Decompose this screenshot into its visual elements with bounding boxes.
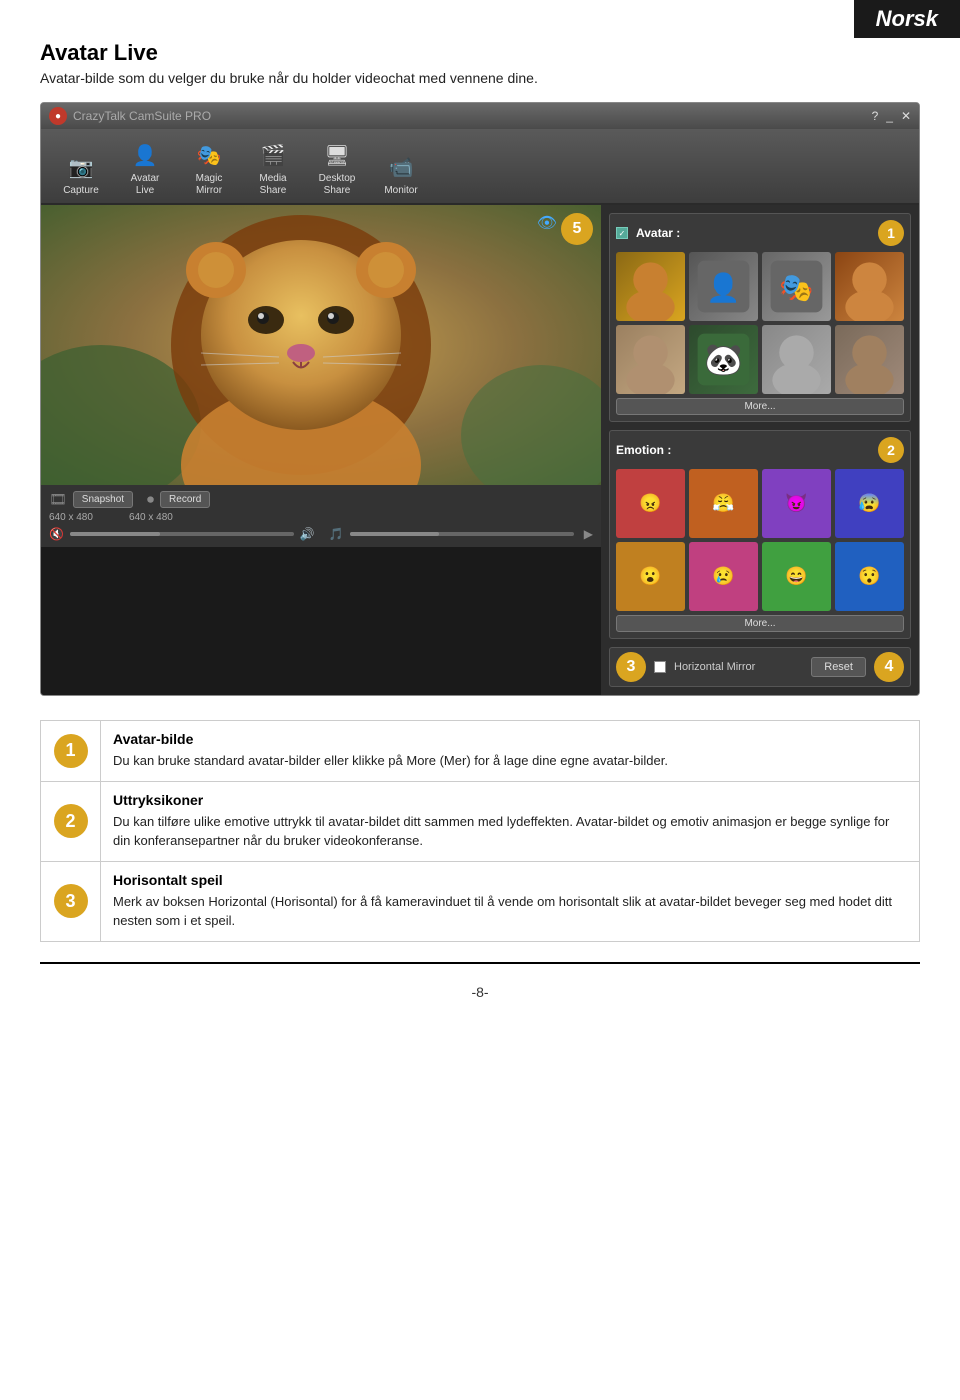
help-button[interactable]: ? (872, 109, 879, 123)
desc-row-2: 2 Uttryksikoner Du kan tilføre ulike emo… (41, 781, 920, 861)
emotion-more-button[interactable]: More... (616, 615, 904, 632)
desc-text-3: Merk av boksen Horizontal (Horisontal) f… (113, 892, 907, 931)
emotion-thumb-2[interactable]: 😤 (689, 469, 758, 538)
emotion-thumb-6[interactable]: 😢 (689, 542, 758, 611)
close-button[interactable]: ✕ (901, 109, 911, 123)
monitor-label: Monitor (384, 185, 417, 197)
svg-text:🐼: 🐼 (704, 341, 743, 377)
desc-row-3: 3 Horisontalt speil Merk av boksen Horiz… (41, 861, 920, 941)
horizontal-mirror-checkbox[interactable] (654, 661, 666, 673)
emotion-thumb-4[interactable]: 😰 (835, 469, 904, 538)
title-bar-controls[interactable]: ? _ ✕ (872, 109, 911, 123)
mirror-row: 3 Horizontal Mirror Reset 4 (609, 647, 911, 687)
avatar-checkbox[interactable]: ✓ (616, 227, 628, 239)
minimize-button[interactable]: _ (886, 109, 893, 123)
title-bar: ● CrazyTalk CamSuite PRO ? _ ✕ (41, 103, 919, 129)
media-share-icon: 🎬 (257, 139, 289, 171)
lion-cub-image (41, 205, 601, 485)
desc-row-1: 1 Avatar-bilde Du kan bruke standard ava… (41, 721, 920, 782)
desc-title-3: Horisontalt speil (113, 872, 907, 888)
video-panel: 5 👁 🎞 Snapshot ⏺ Record 640 x 480 640 x … (41, 205, 601, 695)
description-table: 1 Avatar-bilde Du kan bruke standard ava… (40, 720, 920, 942)
snapshot-button[interactable]: Snapshot (73, 491, 133, 508)
page-number: -8- (471, 984, 488, 1000)
page-subtitle: Avatar-bilde som du velger du bruke når … (40, 70, 920, 86)
magic-mirror-label: MagicMirror (196, 173, 223, 197)
desc-text-1: Du kan bruke standard avatar-bilder elle… (113, 751, 907, 771)
avatar-grid: 👤 🎭 (616, 252, 904, 394)
avatar-thumb-3[interactable]: 🎭 (762, 252, 831, 321)
mirror-label: Horizontal Mirror (674, 661, 755, 673)
toolbar-avatar-live[interactable]: 👤 AvatarLive (115, 135, 175, 203)
app-icon: ● (49, 107, 67, 125)
page-footer: -8- (40, 962, 920, 1010)
toolbar-monitor[interactable]: 📹 Monitor (371, 147, 431, 203)
volume-slider[interactable] (70, 532, 294, 536)
video-feed: 5 👁 (41, 205, 601, 485)
reset-button[interactable]: Reset (811, 657, 866, 677)
avatar-thumb-4[interactable] (835, 252, 904, 321)
app-screenshot: ● CrazyTalk CamSuite PRO ? _ ✕ 📷 Capture… (40, 102, 920, 696)
snapshot-size: 640 x 480 (49, 512, 93, 523)
emotion-grid: 😠 😤 😈 😰 😮 😢 😄 😯 (616, 469, 904, 611)
capture-icon: 📷 (65, 151, 97, 183)
monitor-icon: 📹 (385, 151, 417, 183)
capture-label: Capture (63, 185, 99, 197)
eye-icon: 👁 (537, 213, 557, 233)
badge-2: 2 (878, 437, 904, 463)
toolbar-capture[interactable]: 📷 Capture (51, 147, 111, 203)
desc-num-1: 1 (54, 734, 88, 768)
toolbar: 📷 Capture 👤 AvatarLive 🎭 MagicMirror 🎬 M… (41, 129, 919, 205)
avatar-live-icon: 👤 (129, 139, 161, 171)
avatar-thumb-2[interactable]: 👤 (689, 252, 758, 321)
badge-1: 1 (878, 220, 904, 246)
record-button[interactable]: Record (160, 491, 210, 508)
svg-text:👤: 👤 (706, 271, 740, 304)
emotion-section-label: Emotion : (616, 443, 671, 457)
record-size: 640 x 480 (129, 512, 173, 523)
avatar-thumb-5[interactable] (616, 325, 685, 394)
emotion-thumb-3[interactable]: 😈 (762, 469, 831, 538)
avatar-thumb-6[interactable]: 🐼 (689, 325, 758, 394)
badge-3: 3 (616, 652, 646, 682)
desc-num-2: 2 (54, 804, 88, 838)
avatar-section-label: Avatar : (636, 226, 680, 240)
toolbar-media-share[interactable]: 🎬 MediaShare (243, 135, 303, 203)
desc-title-2: Uttryksikoner (113, 792, 907, 808)
badge-4: 4 (874, 652, 904, 682)
emotion-thumb-7[interactable]: 😄 (762, 542, 831, 611)
app-logo: ● CrazyTalk CamSuite PRO (49, 107, 211, 125)
right-panel: ✓ Avatar : 1 (601, 205, 919, 695)
avatar-section: ✓ Avatar : 1 (609, 213, 911, 422)
magic-mirror-icon: 🎭 (193, 139, 225, 171)
toolbar-magic-mirror[interactable]: 🎭 MagicMirror (179, 135, 239, 203)
emotion-thumb-8[interactable]: 😯 (835, 542, 904, 611)
emotion-thumb-5[interactable]: 😮 (616, 542, 685, 611)
desktop-share-icon: 🖥 (321, 139, 353, 171)
avatar-live-label: AvatarLive (131, 173, 160, 197)
desc-num-3: 3 (54, 884, 88, 918)
main-area: 5 👁 🎞 Snapshot ⏺ Record 640 x 480 640 x … (41, 205, 919, 695)
desc-text-2: Du kan tilføre ulike emotive uttrykk til… (113, 812, 907, 851)
desc-title-1: Avatar-bilde (113, 731, 907, 747)
avatar-thumb-1[interactable] (616, 252, 685, 321)
media-share-label: MediaShare (259, 173, 286, 197)
emotion-thumb-1[interactable]: 😠 (616, 469, 685, 538)
avatar-thumb-8[interactable] (835, 325, 904, 394)
music-slider[interactable] (350, 532, 574, 536)
page-title: Avatar Live (40, 40, 920, 66)
desktop-share-label: DesktopShare (319, 173, 356, 197)
toolbar-desktop-share[interactable]: 🖥 DesktopShare (307, 135, 367, 203)
avatar-thumb-7[interactable] (762, 325, 831, 394)
app-name: CrazyTalk CamSuite PRO (73, 109, 211, 123)
badge-5: 5 (561, 213, 593, 245)
svg-text:🎭: 🎭 (779, 272, 813, 303)
language-badge: Norsk (854, 0, 960, 38)
emotion-section: Emotion : 2 😠 😤 😈 😰 😮 😢 😄 😯 More... (609, 430, 911, 639)
avatar-more-button[interactable]: More... (616, 398, 904, 415)
video-controls: 🎞 Snapshot ⏺ Record 640 x 480 640 x 480 … (41, 485, 601, 547)
